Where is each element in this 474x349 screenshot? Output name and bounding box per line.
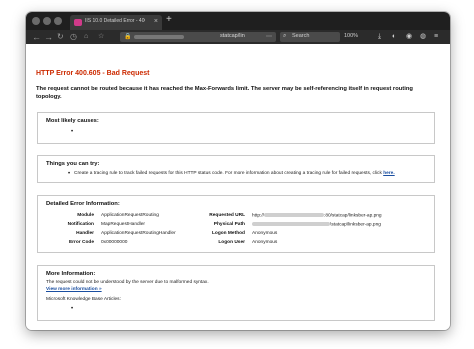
forward-icon[interactable]: → [44,31,53,43]
causes-heading: Most likely causes: [46,118,99,124]
logon-user-label: Logon User [218,240,245,245]
url-text: statcap/lin [220,33,245,39]
redacted-host [264,213,324,217]
logon-method-label: Logon Method [211,231,245,236]
error-description: The request cannot be routed because it … [36,86,413,100]
causes-box: Most likely causes: • [37,112,435,144]
search-box[interactable]: ⌕ Search [280,32,340,42]
handler-label: Handler [76,231,94,236]
page-action-icon[interactable]: ⋯ [266,33,272,41]
back-icon[interactable]: ← [32,31,41,43]
error-code-value: 0x00000000 [101,240,128,245]
zoom-level[interactable]: 100% [344,33,358,39]
more-text: The request could not be understood by t… [46,280,209,285]
physical-path-suffix: \statcap\linksber-ap.png [330,222,381,228]
kb-bullet: • [71,306,74,312]
navigation-toolbar: ← → ↻ ◷ ⌂ ☆ 🔒 statcap/lin ⋯ ⌕ Search 100… [26,30,450,44]
extension-icon[interactable]: ◐ [392,31,396,43]
search-placeholder: Search [292,33,310,39]
physical-path-value: \statcap\linksber-ap.png [252,222,381,227]
home-icon[interactable]: ⌂ [84,31,88,43]
details-heading: Detailed Error Information: [46,201,120,207]
handler-value: ApplicationRequestRoutingHandler [101,231,176,236]
new-tab-button[interactable]: + [166,14,172,26]
try-box: Things you can try: • Create a tracing r… [37,155,435,183]
logon-method-value: Anonymous [252,231,278,236]
tab-title: IIS 10.0 Detailed Error - 400.605 - Bad … [85,18,145,24]
close-window-icon[interactable] [32,17,40,25]
tab-close-icon[interactable]: × [154,17,158,27]
error-code-label: Error Code [68,240,94,245]
requested-url-label: Requested URL [209,213,245,218]
lock-icon: 🔒 [124,34,132,40]
site-favicon-icon [74,19,82,26]
try-heading: Things you can try: [46,161,100,167]
requested-url-prefix: http:// [252,213,264,219]
minimize-window-icon[interactable] [43,17,51,25]
page-content: HTTP Error 400.605 - Bad Request The req… [26,44,450,330]
physical-path-label: Physical Path [213,222,245,227]
url-host-redacted [134,35,184,39]
account-icon[interactable]: ◉ [406,31,412,43]
causes-bullet: • [71,129,74,135]
try-bullet: • [68,171,71,177]
reload-icon[interactable]: ↻ [57,31,64,43]
kb-text: Microsoft Knowledge Base Articles: [46,297,121,302]
address-bar[interactable]: 🔒 statcap/lin ⋯ [120,32,276,42]
tab-error-page[interactable]: IIS 10.0 Detailed Error - 400.605 - Bad … [70,15,162,30]
view-more-link[interactable]: View more information » [46,287,102,292]
module-label: Module [77,213,94,218]
module-value: ApplicationRequestRouting [101,213,159,218]
try-text: Create a tracing rule to track failed re… [74,171,395,176]
browser-window: IIS 10.0 Detailed Error - 400.605 - Bad … [26,12,450,330]
redacted-path [252,222,330,226]
notification-label: Notification [67,222,94,227]
menu-icon[interactable]: ≡ [434,31,438,43]
downloads-icon[interactable]: ⤓ [378,31,381,43]
search-icon: ⌕ [283,33,287,39]
more-heading: More Information: [46,271,96,277]
error-title: HTTP Error 400.605 - Bad Request [36,70,150,77]
tab-bar: IIS 10.0 Detailed Error - 400.605 - Bad … [26,12,450,30]
requested-url-value: http:// :80/statcap/linksber-ap.png [252,213,382,218]
requested-url-suffix: :80/statcap/linksber-ap.png [324,213,382,219]
bookmark-icon[interactable]: ☆ [98,31,104,43]
notification-value: MapRequestHandler [101,222,145,227]
history-icon[interactable]: ◷ [70,31,77,43]
maximize-window-icon[interactable] [54,17,62,25]
try-text-body: Create a tracing rule to track failed re… [74,171,382,176]
here-link[interactable]: here. [383,171,394,176]
logon-user-value: Anonymous [252,240,278,245]
sync-icon[interactable]: ◍ [420,31,426,43]
details-box: Detailed Error Information: Module Appli… [37,195,435,253]
more-info-box: More Information: The request could not … [37,265,435,321]
